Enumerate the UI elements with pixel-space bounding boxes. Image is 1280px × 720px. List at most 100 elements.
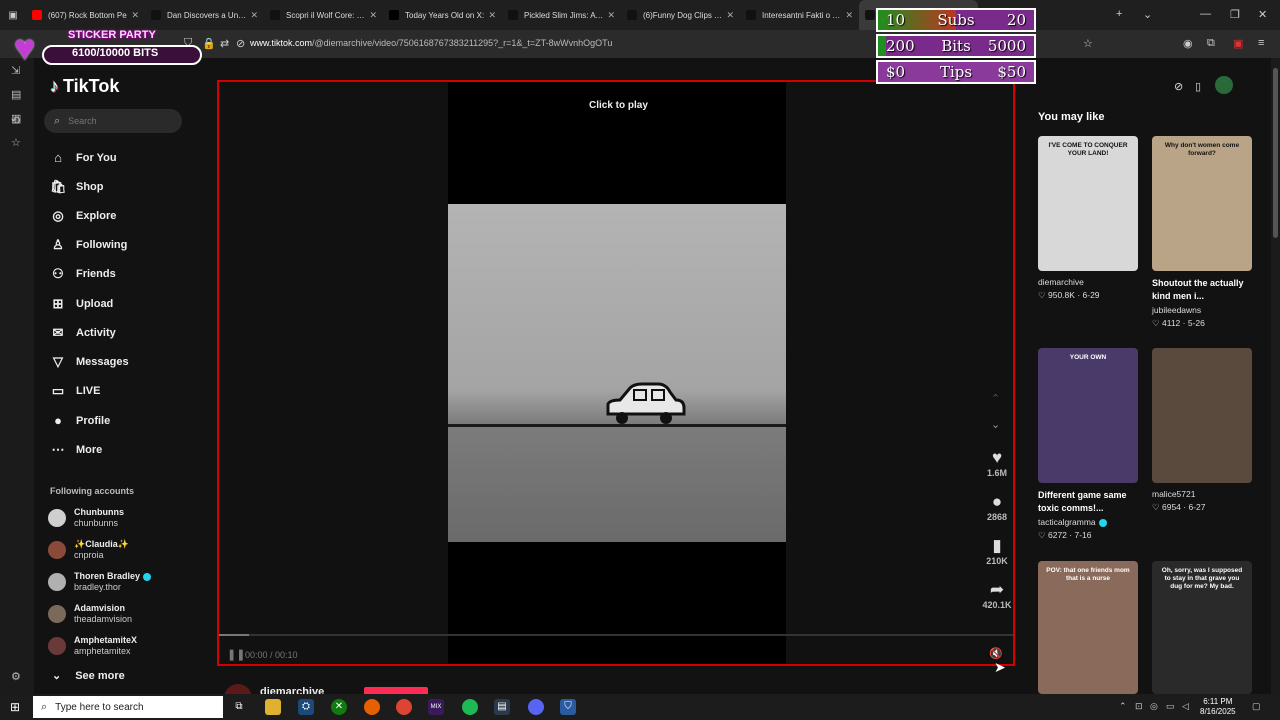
xbox-icon[interactable]: ✕ [331,699,347,715]
site-settings-icon[interactable]: ⇄ [220,37,229,50]
discord-icon[interactable] [528,699,544,715]
browser-tab[interactable]: Interesantni Fakti o Zel ✕ [740,0,859,30]
recommended-video-author[interactable]: diemarchive [1038,277,1084,287]
search-box[interactable]: ⌕ [44,109,182,133]
close-window-icon[interactable]: ✕ [1258,8,1267,21]
extensions-icon[interactable]: ⧉ [1207,37,1215,50]
sidebar-settings-icon[interactable]: ⚙ [11,670,21,683]
recommended-video-author[interactable]: jubileedawns [1152,305,1201,315]
minimize-icon[interactable]: — [1200,8,1211,20]
mixitup-icon[interactable]: MIX [428,699,444,715]
see-more-button[interactable]: ⌄ See more [52,669,125,682]
tracking-icon[interactable]: ⊘ [236,37,245,50]
chrome-icon[interactable] [396,699,412,715]
taskbar-clock[interactable]: 6:11 PM 8/16/2025 [1200,697,1236,717]
click-to-play-label[interactable]: Click to play [589,100,648,111]
heart-action[interactable]: ♥ 1.6M [979,448,1015,478]
browser-tab[interactable]: (607) Rock Bottom Pe ✕ [26,0,145,30]
maximize-icon[interactable]: ❐ [1230,8,1240,21]
lock-icon[interactable]: 🔒 [202,37,216,50]
following-account[interactable]: Adamvision theadamvision [48,603,132,625]
recommended-video-title[interactable]: Different game same toxic comms!... [1038,489,1142,515]
recommended-video-thumbnail[interactable]: I'VE COME TO CONQUER YOUR LAND! [1038,136,1138,271]
tray-volume-icon[interactable]: ▭ [1166,701,1175,712]
url-text[interactable]: www.tiktok.com/@diemarchive/video/750616… [250,38,612,48]
following-account[interactable]: Chunbunns chunbunns [48,507,124,529]
nav-item-for-you[interactable]: ⌂ For You [50,150,116,165]
video-player[interactable]: Click to play ⌃ ⌄ ♥ 1.6M ● 2868 ▮ 210K ➦ 420.1K… [217,80,1015,666]
firefox-icon[interactable] [364,699,380,715]
pause-icon[interactable]: ❚❚ [227,648,245,661]
scroll-down-icon[interactable]: ⌄ [991,418,1000,431]
profile-icon[interactable]: ◉ [1183,37,1193,50]
vpn-icon[interactable]: ⛉ [560,699,576,715]
new-tab-icon[interactable]: + [1116,8,1122,20]
task-view-icon[interactable]: ⧉ [231,699,247,715]
terminal-icon[interactable]: ▤ [494,699,510,715]
nav-item-upload[interactable]: ⊞ Upload [50,296,114,312]
video-frame-image[interactable] [448,204,786,542]
recommended-video-thumbnail[interactable] [1152,348,1252,483]
video-progress-bar[interactable] [219,634,1013,636]
following-account[interactable]: ✨Claudia✨ cnproia [48,539,129,561]
compass-icon[interactable]: ⊘ [1174,80,1183,93]
nav-item-following[interactable]: ♙ Following [50,237,127,253]
tiktok-logo[interactable]: ♪ TikTok [50,76,119,97]
taskbar-search[interactable]: ⌕ Type here to search [33,696,223,718]
close-tab-icon[interactable]: ✕ [607,10,615,21]
recommended-video-author[interactable]: malice5721 [1152,489,1195,499]
browser-tab[interactable]: Pickled Slim Jims: A Un ✕ [502,0,621,30]
sidebar-bookmarks-icon[interactable]: ▤ [11,88,21,101]
following-account[interactable]: Thoren Bradley bradley.thor [48,571,152,593]
scroll-up-icon[interactable]: ⌃ [991,392,1000,405]
bookmark-icon[interactable]: ▮ [979,536,1015,556]
nav-item-explore[interactable]: ◎ Explore [50,208,116,224]
close-tab-icon[interactable]: ✕ [369,10,377,21]
share-icon[interactable]: ➦ [979,580,1015,600]
close-tab-icon[interactable]: ✕ [488,10,496,21]
close-tab-icon[interactable]: ✕ [845,10,853,21]
file-explorer-icon[interactable] [265,699,281,715]
device-icon[interactable]: ▯ [1195,80,1201,93]
comment-icon[interactable]: ● [979,492,1015,512]
browser-tab[interactable]: Dan Discovers a Uniqu ✕ [145,0,264,30]
nav-item-shop[interactable]: 🛍 Shop [50,179,104,195]
recommended-video-title[interactable]: Shoutout the actually kind men i... [1152,277,1256,303]
nav-item-activity[interactable]: ✉ Activity [50,325,116,341]
scrollbar-thumb[interactable] [1273,68,1278,238]
share-action[interactable]: ➦ 420.1K [979,580,1015,610]
sidebar-favorites-icon[interactable]: ☆ [11,136,21,149]
steam-icon[interactable]: ⛭ [298,699,314,715]
nav-item-profile[interactable]: ● Profile [50,413,110,428]
recommended-video-author[interactable]: tacticalgramma [1038,517,1107,527]
spotify-icon[interactable] [462,699,478,715]
browser-tab[interactable]: (6)Funny Dog Clips Tha ✕ [621,0,740,30]
tray-mic-icon[interactable]: ◎ [1150,701,1158,712]
windows-start-icon[interactable]: ⊞ [10,700,20,714]
nav-item-more[interactable]: ⋯ More [50,442,103,458]
notifications-icon[interactable]: ▢ [1252,701,1261,712]
browser-tab[interactable]: Today Years Old on X: ✕ [383,0,502,30]
extension-badge-icon[interactable]: ▣ [1233,37,1243,50]
recommended-video-thumbnail[interactable]: Why don't women come forward? [1152,136,1252,271]
user-avatar-icon[interactable] [1215,76,1233,94]
tray-chevron-icon[interactable]: ⌃ [1119,701,1127,712]
close-tab-icon[interactable]: ✕ [131,10,139,21]
tray-network-icon[interactable]: ⊡ [1135,701,1143,712]
following-account[interactable]: AmphetamiteX amphetamitex [48,635,137,657]
nav-item-live[interactable]: ▭ LIVE [50,383,101,399]
menu-icon[interactable]: ≡ [1258,37,1264,49]
page-scrollbar[interactable] [1271,58,1280,694]
browser-menu-icon[interactable]: ▣ [0,10,26,21]
comment-action[interactable]: ● 2868 [979,492,1015,522]
tab-list-icon[interactable]: ⌄ [1143,8,1152,21]
close-tab-icon[interactable]: ✕ [726,10,734,21]
recommended-video-thumbnail[interactable]: POV: that one friends mom that is a nurs… [1038,561,1138,694]
search-input[interactable] [68,116,169,126]
recommended-video-thumbnail[interactable]: Oh, sorry, was I supposed to stay in tha… [1152,561,1252,694]
browser-tab[interactable]: Scopri il Wolf Core: cui ✕ [264,0,383,30]
close-tab-icon[interactable]: ✕ [250,10,258,21]
nav-item-messages[interactable]: ▽ Messages [50,354,129,370]
sidebar-history-icon[interactable]: ⟲ [11,114,20,127]
bookmark-star-icon[interactable]: ☆ [1083,37,1093,50]
